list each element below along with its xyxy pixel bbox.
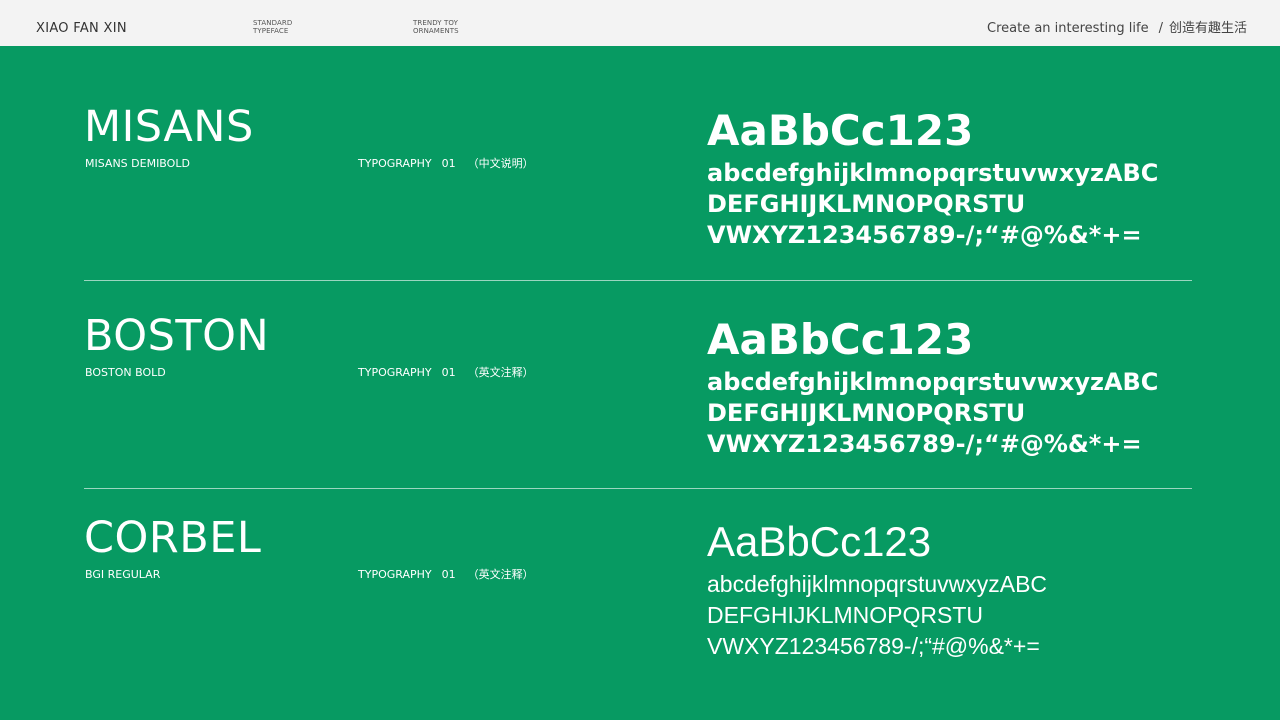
typeface-section-corbel: CORBEL BGI REGULAR TYPOGRAPHY 01 （英文注释） Aa… — [0, 507, 1280, 707]
sample-line-3: VWXYZ123456789-/;“#@%&*+= — [707, 430, 1142, 458]
typeface-title: MISANS — [84, 102, 254, 152]
nav-trendy-toy-ornaments[interactable]: TRENDY TOY ORNAMENTS — [413, 19, 459, 35]
typography-caption: TYPOGRAPHY 01 （中文说明） — [358, 157, 534, 171]
sample-line-2: DEFGHIJKLMNOPQRSTU — [707, 602, 984, 628]
sample-line-3: VWXYZ123456789-/;“#@%&*+= — [707, 221, 1142, 249]
typography-number: 01 — [441, 366, 456, 379]
sample-line-1: abcdefghijklmnopqrstuvwxyzABC — [707, 368, 1159, 396]
glyph-sample: AaBbCc123 abcdefghijklmnopqrstuvwxyzABC … — [707, 515, 1047, 662]
sample-line-2: DEFGHIJKLMNOPQRSTU — [707, 190, 1026, 218]
section-divider — [84, 488, 1192, 489]
typography-note: （英文注释） — [467, 366, 534, 379]
brand-name: XIAO FAN XIN — [36, 21, 127, 36]
typeface-weight: BOSTON BOLD — [85, 366, 166, 379]
sample-large: AaBbCc123 — [707, 315, 974, 364]
glyph-sample: AaBbCc123 abcdefghijklmnopqrstuvwxyzABC … — [707, 104, 1158, 251]
typography-note: （中文说明） — [467, 157, 534, 170]
nav-label-line1: STANDARD — [253, 19, 293, 27]
typography-label: TYPOGRAPHY — [358, 568, 432, 581]
glyph-sample: AaBbCc123 abcdefghijklmnopqrstuvwxyzABC … — [707, 313, 1158, 460]
sample-line-3: VWXYZ123456789-/;“#@%&*+= — [707, 633, 1040, 659]
tagline: Create an interesting life / 创造有趣生活 — [987, 21, 1247, 37]
sample-large: AaBbCc123 — [707, 518, 932, 565]
typography-caption: TYPOGRAPHY 01 （英文注释） — [358, 568, 534, 582]
typeface-weight: BGI REGULAR — [85, 568, 161, 581]
typography-number: 01 — [441, 568, 456, 581]
typography-label: TYPOGRAPHY — [358, 157, 432, 170]
top-bar: XIAO FAN XIN STANDARD TYPEFACE TRENDY TO… — [0, 0, 1280, 46]
typography-caption: TYPOGRAPHY 01 （英文注释） — [358, 366, 534, 380]
sample-large: AaBbCc123 — [707, 106, 974, 155]
typeface-section-misans: MISANS MISANS DEMIBOLD TYPOGRAPHY 01 （中文说明… — [0, 96, 1280, 296]
nav-standard-typeface[interactable]: STANDARD TYPEFACE — [253, 19, 292, 35]
typeface-weight: MISANS DEMIBOLD — [85, 157, 190, 170]
typeface-title: BOSTON — [84, 311, 270, 361]
typography-note: （英文注释） — [467, 568, 534, 581]
sample-line-2: DEFGHIJKLMNOPQRSTU — [707, 399, 1026, 427]
tagline-cn: 创造有趣生活 — [1168, 21, 1247, 36]
typeface-title: CORBEL — [84, 513, 262, 563]
tagline-separator: / — [1158, 21, 1163, 36]
typography-number: 01 — [441, 157, 456, 170]
sample-line-1: abcdefghijklmnopqrstuvwxyzABC — [707, 571, 1048, 597]
tagline-en: Create an interesting life — [987, 21, 1149, 36]
nav-label-line2: TYPEFACE — [253, 27, 289, 35]
sample-line-1: abcdefghijklmnopqrstuvwxyzABC — [707, 159, 1159, 187]
typography-label: TYPOGRAPHY — [358, 366, 432, 379]
nav-label-line1: TRENDY TOY — [413, 19, 458, 27]
section-divider — [84, 280, 1192, 281]
typeface-section-boston: BOSTON BOSTON BOLD TYPOGRAPHY 01 （英文注释） Aa… — [0, 305, 1280, 505]
nav-label-line2: ORNAMENTS — [413, 27, 459, 35]
